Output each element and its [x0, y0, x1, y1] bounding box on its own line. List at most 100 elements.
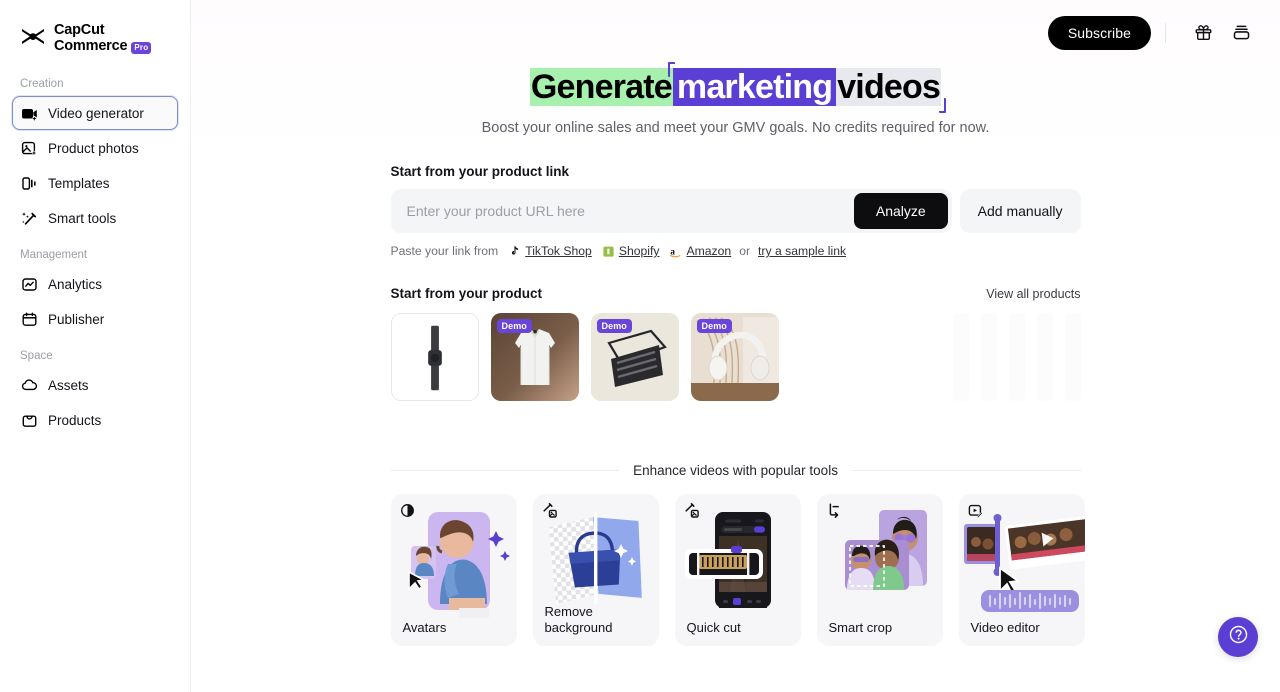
demo-badge: Demo: [496, 319, 532, 334]
product-card-white-headphones[interactable]: Demo: [690, 313, 779, 402]
sidebar-group-space: Space Assets Products: [12, 350, 178, 437]
video-edit-icon: [968, 503, 983, 519]
paste-hint-prefix: Paste your link from: [390, 244, 499, 259]
demo-badge: Demo: [596, 319, 632, 334]
product-link-title: Start from your product link: [390, 164, 570, 180]
app-root: CapCut Commerce Pro Creation Video gener…: [0, 0, 1280, 692]
tiktok-icon: [508, 245, 521, 258]
tools-section-title: Enhance videos with popular tools: [391, 463, 1081, 478]
search-input[interactable]: [406, 191, 854, 232]
brand-text: CapCut Commerce Pro: [54, 21, 152, 55]
paste-hint-or: or: [739, 244, 751, 259]
analyze-button[interactable]: Analyze: [853, 193, 948, 230]
source-tiktok-shop[interactable]: TikTok Shop: [508, 244, 592, 258]
brand-logo-block[interactable]: CapCut Commerce Pro: [12, 0, 178, 60]
sidebar-item-product-photos[interactable]: Product photos: [12, 131, 178, 165]
tool-label: Avatars: [402, 619, 447, 635]
selection-handle-start[interactable]: [667, 62, 675, 77]
product-card-black-organizer-tray[interactable]: Demo: [590, 313, 679, 402]
tools-section-title-text: Enhance videos with popular tools: [633, 463, 838, 479]
selection-handle-end[interactable]: [939, 98, 947, 114]
inbox-icon[interactable]: [1226, 18, 1256, 48]
sidebar-item-publisher[interactable]: Publisher: [12, 302, 178, 336]
product-card-white-dress-shirt[interactable]: Demo: [490, 313, 579, 402]
sidebar-item-label: Publisher: [48, 311, 105, 327]
crop-icon: [826, 503, 841, 519]
shopify-icon: [602, 245, 615, 258]
skeleton-item: [1064, 313, 1081, 402]
sidebar-group-label-creation: Creation: [20, 78, 64, 90]
skeleton-item: [952, 313, 969, 402]
sidebar-item-smart-tools[interactable]: Smart tools: [12, 201, 178, 235]
tool-label: Quick cut: [686, 619, 741, 635]
smart-tools-icon: [21, 210, 38, 227]
question-mark-icon: [1228, 624, 1249, 650]
source-label[interactable]: Shopify: [619, 244, 660, 258]
gift-icon[interactable]: [1188, 18, 1218, 48]
tool-card-avatars[interactable]: Avatars: [390, 494, 517, 647]
topbar-divider: [1165, 22, 1166, 43]
templates-icon: [21, 175, 38, 192]
tools-row: Avatars Remove background Quick cut Smar…: [390, 494, 1085, 647]
paste-hint-row: Paste your link from TikTok Shop Shopify…: [391, 244, 1081, 258]
sidebar-item-analytics[interactable]: Analytics: [12, 267, 178, 301]
source-label[interactable]: Amazon: [686, 244, 731, 258]
main-content: Subscribe Generate marketing videos Boos…: [191, 0, 1280, 692]
sidebar-group-creation: Creation Video generator Product photos …: [12, 78, 178, 235]
source-shopify[interactable]: Shopify: [602, 244, 660, 258]
sidebar-item-label: Smart tools: [48, 210, 117, 226]
sidebar-group-label-management: Management: [20, 249, 88, 261]
sidebar-item-label: Assets: [48, 377, 89, 393]
sidebar-item-label: Video generator: [48, 105, 144, 121]
video-generator-icon: [21, 105, 38, 122]
tool-card-quick-cut[interactable]: Quick cut: [674, 494, 801, 647]
hero-subtitle: Boost your online sales and meet your GM…: [481, 120, 990, 137]
amazon-icon: a: [669, 245, 682, 258]
product-skeleton-placeholders: [952, 313, 1081, 402]
tool-card-smart-crop[interactable]: Smart crop: [816, 494, 943, 647]
product-link-row: Analyze Add manually: [390, 189, 1081, 234]
sidebar-item-label: Templates: [48, 175, 110, 191]
add-manually-button[interactable]: Add manually: [959, 189, 1081, 234]
avatar-contrast-icon: [400, 503, 415, 518]
sidebar-item-templates[interactable]: Templates: [12, 166, 178, 200]
magic-image-icon: [542, 503, 557, 518]
source-amazon[interactable]: a Amazon: [669, 244, 731, 258]
headline-part-videos: videos: [836, 68, 947, 114]
sidebar-item-label: Product photos: [48, 140, 139, 156]
sidebar-group-management: Management Analytics Publisher: [12, 249, 178, 336]
products-header: Start from your product View all product…: [391, 286, 1081, 301]
product-photos-icon: [21, 140, 38, 157]
sidebar-item-video-generator[interactable]: Video generator: [12, 96, 178, 130]
sidebar-group-label-space: Space: [20, 350, 53, 362]
product-thumb-watch: [427, 325, 442, 391]
sidebar-item-assets[interactable]: Assets: [12, 368, 178, 402]
brand-line-2: Commerce Pro: [54, 38, 152, 55]
source-label[interactable]: TikTok Shop: [525, 244, 592, 258]
assets-cloud-icon: [21, 377, 38, 394]
try-sample-link[interactable]: try a sample link: [758, 244, 846, 258]
content-column: Start from your product link Analyze Add…: [390, 136, 1085, 647]
sidebar-item-products[interactable]: Products: [12, 403, 178, 437]
capcut-logo-icon: [20, 26, 46, 50]
page-title: Generate marketing videos: [529, 62, 947, 114]
tool-card-video-editor[interactable]: Video editor: [958, 494, 1085, 647]
pro-badge: Pro: [131, 42, 152, 54]
skeleton-item: [1036, 313, 1053, 402]
brand-line-2-text: Commerce: [54, 38, 128, 54]
skeleton-item: [980, 313, 997, 402]
analytics-icon: [21, 276, 38, 293]
product-url-field[interactable]: Analyze: [390, 189, 952, 234]
sidebar: CapCut Commerce Pro Creation Video gener…: [0, 0, 191, 692]
publisher-calendar-icon: [21, 311, 38, 328]
tool-label: Smart crop: [828, 619, 893, 635]
topbar: Subscribe: [191, 0, 1280, 65]
headline-part-generate: Generate: [529, 68, 673, 107]
help-button[interactable]: [1218, 617, 1258, 657]
view-all-products-link[interactable]: View all products: [986, 287, 1080, 301]
headline-part-marketing-text: marketing: [676, 68, 833, 106]
subscribe-button[interactable]: Subscribe: [1047, 15, 1151, 50]
tool-card-remove-background[interactable]: Remove background: [532, 494, 659, 647]
tool-label: Remove background: [544, 603, 613, 635]
product-card-black-watch-strap[interactable]: [390, 313, 479, 402]
